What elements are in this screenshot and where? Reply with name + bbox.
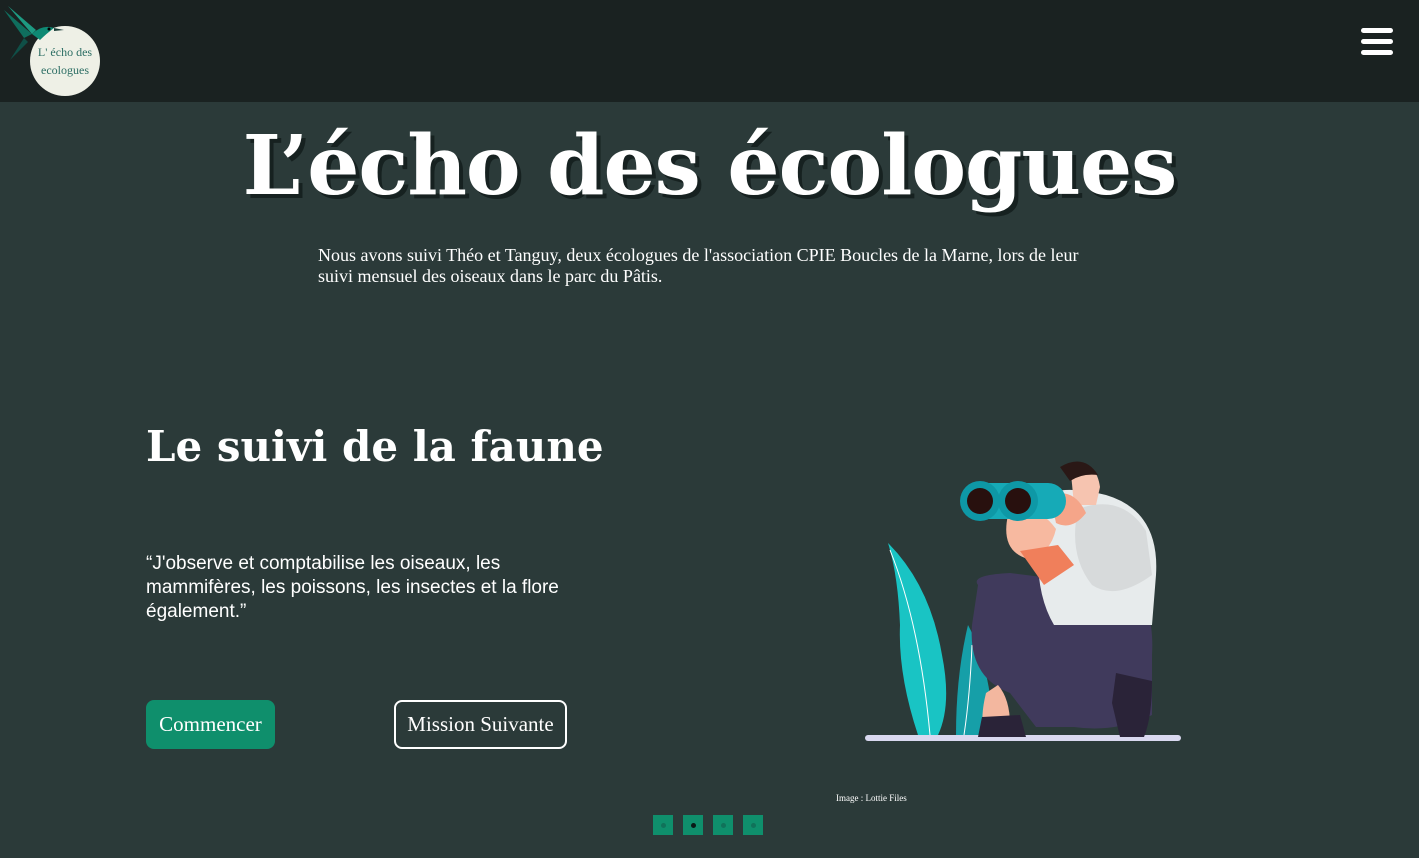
site-logo[interactable]: L' écho des ecologues (2, 4, 102, 96)
page-title: L’écho des écologues (242, 118, 1178, 214)
slide-pagination (653, 815, 763, 835)
hamburger-menu-icon[interactable] (1359, 26, 1397, 58)
pagination-dot[interactable] (743, 815, 763, 835)
page-subtitle: Nous avons suivi Théo et Tanguy, deux éc… (318, 245, 1079, 286)
person-with-binoculars-illustration (865, 461, 1181, 741)
start-button[interactable]: Commencer (146, 700, 275, 749)
next-mission-button[interactable]: Mission Suivante (394, 700, 567, 749)
pagination-dot[interactable] (653, 815, 673, 835)
section-title: Le suivi de la faune (146, 422, 604, 471)
pagination-dot-active[interactable] (683, 815, 703, 835)
pagination-dot[interactable] (713, 815, 733, 835)
hummingbird-icon (4, 6, 64, 60)
ecologist-quote: “J'observe et comptabilise les oiseaux, … (146, 553, 559, 622)
top-navigation-bar: L' écho des ecologues (0, 0, 1419, 102)
image-credit: Image : Lottie Files (836, 793, 907, 803)
